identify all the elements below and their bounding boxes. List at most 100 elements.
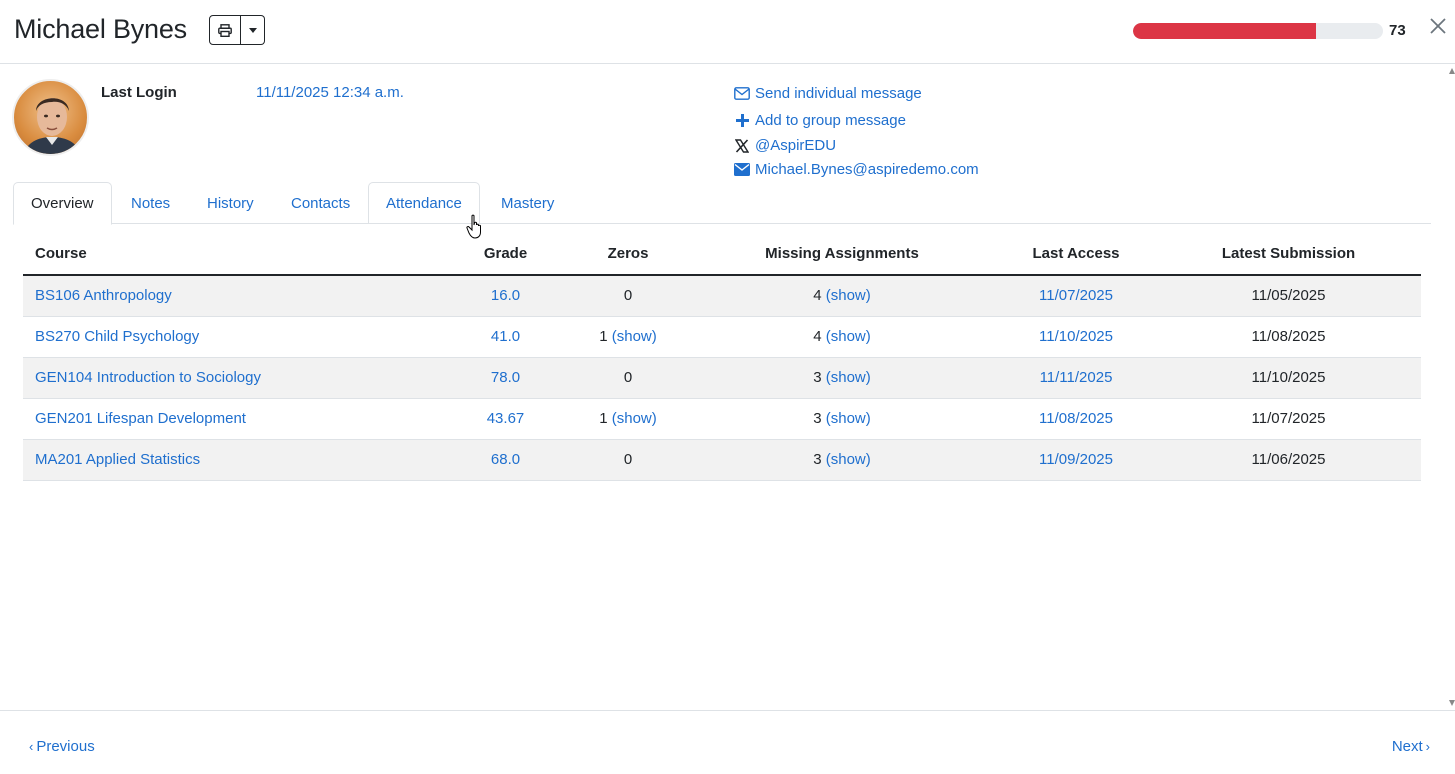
missing-show-link[interactable]: (show) (826, 451, 871, 468)
latest-submission-value: 11/06/2025 (1251, 451, 1326, 468)
zeros-show-link[interactable]: (show) (612, 410, 657, 427)
latest-submission-value: 11/07/2025 (1251, 410, 1326, 427)
zeros-cell: 1 (show) (568, 316, 688, 358)
zeros-count: 1 (599, 328, 608, 345)
last-login-label: Last Login (101, 84, 177, 101)
printer-icon (218, 23, 232, 37)
email-label: Michael.Bynes@aspiredemo.com (755, 161, 979, 178)
email-link[interactable]: Michael.Bynes@aspiredemo.com (734, 161, 979, 178)
tab-mastery[interactable]: Mastery (483, 182, 572, 224)
latest-submission-value: 11/08/2025 (1251, 328, 1326, 345)
last-access-cell: 11/09/2025 (996, 439, 1156, 481)
grade-link[interactable]: 78.0 (491, 369, 520, 386)
missing-count: 3 (813, 451, 822, 468)
grade-link[interactable]: 41.0 (491, 328, 520, 345)
zeros-cell: 1 (show) (568, 398, 688, 440)
table-body: BS106 Anthropology 16.0 0 4 (show) 11/07/202… (23, 275, 1421, 481)
course-link[interactable]: GEN104 Introduction to Sociology (35, 369, 261, 386)
column-header-missing-assignments[interactable]: Missing Assignments (688, 233, 996, 276)
modal-footer: ‹ Previous Next › (0, 710, 1455, 774)
zeros-count: 0 (623, 369, 633, 386)
table-row: GEN104 Introduction to Sociology 78.0 0 3 (… (23, 357, 1421, 399)
column-header-course[interactable]: Course (23, 233, 443, 276)
column-header-grade[interactable]: Grade (443, 233, 568, 276)
column-header-latest-submission[interactable]: Latest Submission (1156, 233, 1421, 276)
course-link[interactable]: MA201 Applied Statistics (35, 451, 200, 468)
course-link[interactable]: GEN201 Lifespan Development (35, 410, 246, 427)
latest-submission-cell: 11/08/2025 (1156, 316, 1421, 358)
tab-notes[interactable]: Notes (113, 182, 188, 224)
zeros-show-link[interactable]: (show) (612, 328, 657, 345)
grade-link[interactable]: 68.0 (491, 451, 520, 468)
table-row: BS270 Child Psychology 41.0 1 (show) 4 (sho… (23, 316, 1421, 358)
zeros-count: 0 (623, 451, 633, 468)
course-link[interactable]: BS270 Child Psychology (35, 328, 199, 345)
tab-overview[interactable]: Overview (13, 182, 112, 225)
missing-show-link[interactable]: (show) (826, 287, 871, 304)
scroll-down-arrow[interactable] (1449, 700, 1455, 706)
tab-history[interactable]: History (189, 182, 272, 224)
send-individual-message-label: Send individual message (755, 85, 922, 102)
course-cell: BS270 Child Psychology (23, 316, 443, 358)
course-cell: BS106 Anthropology (23, 275, 443, 317)
previous-button[interactable]: ‹ Previous (26, 738, 95, 755)
grade-cell: 68.0 (443, 439, 568, 481)
print-button[interactable] (209, 15, 241, 45)
avatar (12, 79, 89, 156)
latest-submission-cell: 11/10/2025 (1156, 357, 1421, 399)
next-label: Next (1391, 738, 1423, 755)
last-access-link[interactable]: 11/10/2025 (1039, 328, 1113, 345)
social-handle-link[interactable]: @AspirEDU (734, 137, 836, 154)
table-header-row: Course Grade Zeros Missing Assignments L… (23, 233, 1421, 276)
last-access-link[interactable]: 11/08/2025 (1039, 410, 1113, 427)
table-row: BS106 Anthropology 16.0 0 4 (show) 11/07/202… (23, 275, 1421, 317)
add-to-group-message-label: Add to group message (755, 112, 906, 129)
send-individual-message-link[interactable]: Send individual message (734, 85, 922, 102)
last-access-cell: 11/10/2025 (996, 316, 1156, 358)
chevron-right-icon: › (1425, 739, 1430, 754)
missing-show-link[interactable]: (show) (826, 328, 871, 345)
course-cell: MA201 Applied Statistics (23, 439, 443, 481)
modal-header: Michael Bynes 73 (0, 0, 1455, 64)
table-row: MA201 Applied Statistics 68.0 0 3 (show) 11/… (23, 439, 1421, 481)
last-access-cell: 11/07/2025 (996, 275, 1156, 317)
last-access-link[interactable]: 11/11/2025 (1040, 369, 1113, 386)
missing-cell: 4 (show) (688, 275, 996, 317)
course-cell: GEN201 Lifespan Development (23, 398, 443, 440)
latest-submission-value: 11/05/2025 (1251, 287, 1326, 305)
course-link[interactable]: BS106 Anthropology (35, 287, 172, 304)
missing-count: 4 (813, 328, 822, 345)
x-logo-icon (734, 138, 750, 154)
table-row: GEN201 Lifespan Development 43.67 1 (show)… (23, 398, 1421, 440)
zeros-cell: 0 (568, 439, 688, 481)
last-access-link[interactable]: 11/09/2025 (1039, 451, 1113, 468)
grade-link[interactable]: 16.0 (491, 287, 520, 304)
missing-show-link[interactable]: (show) (826, 369, 871, 386)
column-header-last-access[interactable]: Last Access (996, 233, 1156, 276)
next-button[interactable]: Next › (1392, 738, 1433, 755)
score-progress-bar (1133, 23, 1383, 39)
tab-contacts[interactable]: Contacts (273, 182, 368, 224)
zeros-cell: 0 (568, 275, 688, 317)
missing-count: 3 (813, 369, 822, 386)
missing-show-link[interactable]: (show) (826, 410, 871, 427)
envelope-icon (734, 162, 750, 178)
student-tabs: Overview Notes History Contacts Attendan… (13, 182, 1431, 225)
hand-cursor-icon (466, 214, 481, 239)
avatar-photo (23, 98, 82, 154)
missing-count: 4 (813, 287, 822, 305)
grade-cell: 41.0 (443, 316, 568, 358)
close-button[interactable] (1427, 14, 1449, 38)
plus-icon (734, 113, 750, 129)
last-access-cell: 11/11/2025 (996, 357, 1156, 399)
scroll-up-arrow[interactable] (1449, 68, 1455, 74)
tab-attendance[interactable]: Attendance (368, 182, 480, 224)
missing-cell: 3 (show) (688, 357, 996, 399)
last-access-link[interactable]: 11/07/2025 (1039, 287, 1113, 304)
print-options-dropdown[interactable] (241, 15, 265, 45)
add-to-group-message-link[interactable]: Add to group message (734, 112, 906, 129)
chevron-left-icon: ‹ (29, 739, 34, 754)
grade-link[interactable]: 43.67 (487, 410, 525, 427)
column-header-zeros[interactable]: Zeros (568, 233, 688, 276)
course-cell: GEN104 Introduction to Sociology (23, 357, 443, 399)
